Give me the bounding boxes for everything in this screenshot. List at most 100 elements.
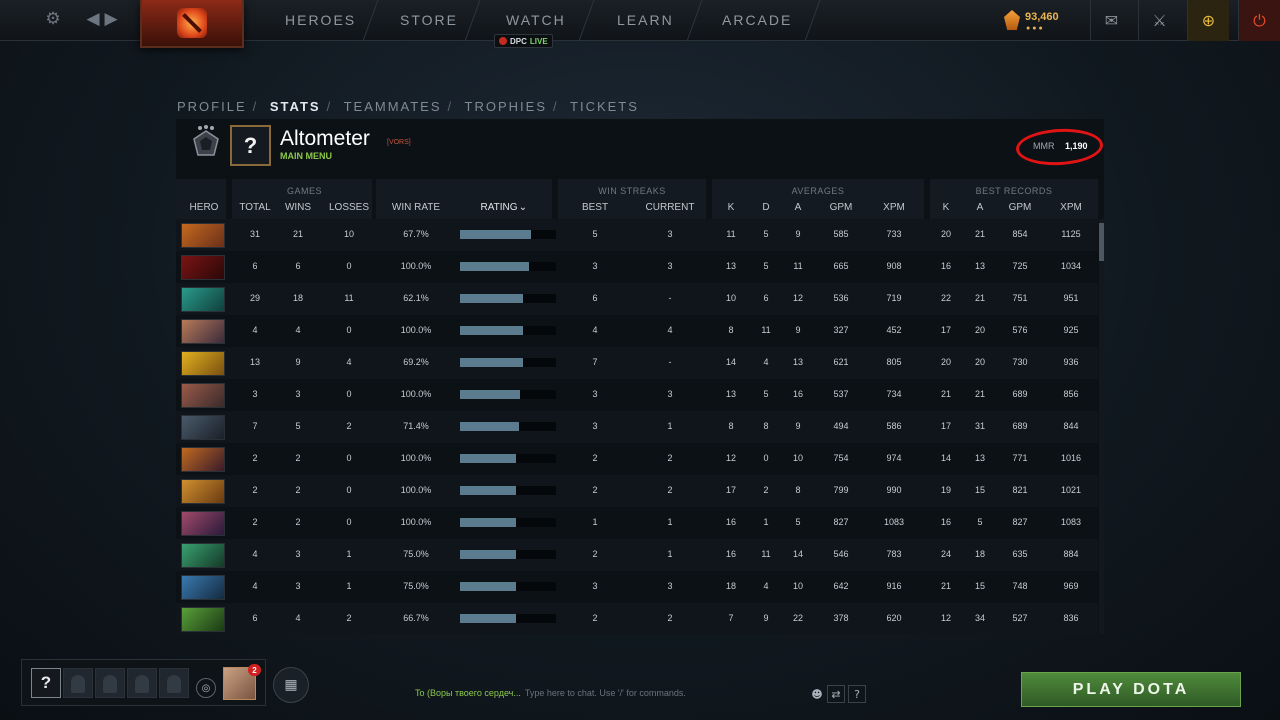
col-total[interactable]: TOTAL — [234, 202, 276, 213]
hero-portrait[interactable] — [181, 511, 225, 536]
power-icon[interactable]: ⏻ — [1238, 0, 1280, 41]
chat-input[interactable]: To (Воры твоего сердеч... Type here to ch… — [415, 688, 686, 698]
party-slot-empty[interactable] — [95, 668, 125, 698]
col-avg-gpm[interactable]: GPM — [826, 202, 856, 213]
dota-plus-icon[interactable]: ⊕ — [1187, 0, 1229, 41]
hero-portrait[interactable] — [181, 479, 225, 504]
col-losses[interactable]: LOSSES — [326, 202, 372, 213]
table-row[interactable]: 2 2 0 100.0% 2 2 17 2 8 799 990 19 15 821 1021 — [176, 475, 1098, 507]
cell-rgpm: 576 — [1012, 325, 1028, 335]
cell-win-rate: 75.0% — [403, 549, 429, 559]
hero-portrait[interactable] — [181, 319, 225, 344]
cell-rgpm: 821 — [1012, 485, 1028, 495]
col-wins[interactable]: WINS — [280, 202, 316, 213]
table-row[interactable]: 13 9 4 69.2% 7 - 14 4 13 621 805 20 20 730 936 — [176, 347, 1098, 379]
party-slot-empty[interactable] — [127, 668, 157, 698]
table-row[interactable]: 31 21 10 67.7% 5 3 11 5 9 585 733 20 21 854 1125 — [176, 219, 1098, 251]
hero-portrait[interactable] — [181, 287, 225, 312]
hero-portrait[interactable] — [181, 351, 225, 376]
hero-portrait[interactable] — [181, 223, 225, 248]
party-slot-empty[interactable] — [159, 668, 189, 698]
col-hero[interactable]: HERO — [180, 202, 228, 213]
table-row[interactable]: 4 4 0 100.0% 4 4 8 11 9 327 452 17 20 576 925 — [176, 315, 1098, 347]
party-slot-me[interactable]: ? — [31, 668, 61, 698]
mail-icon[interactable]: ✉ — [1090, 0, 1132, 41]
col-best-kills[interactable]: K — [939, 202, 953, 213]
col-avg-xpm[interactable]: XPM — [879, 202, 909, 213]
voice-chat-icon[interactable]: ◎ — [196, 678, 216, 698]
scrollbar[interactable] — [1099, 219, 1104, 634]
cell-current: 3 — [667, 581, 673, 591]
nav-watch[interactable]: WATCH — [506, 12, 566, 28]
col-best-gpm[interactable]: GPM — [1005, 202, 1035, 213]
dota-logo-button[interactable] — [140, 0, 244, 48]
col-avg-deaths[interactable]: D — [759, 202, 773, 213]
cell-current: 1 — [667, 549, 673, 559]
nav-arcade[interactable]: ARCADE — [722, 12, 792, 28]
col-streak-best[interactable]: BEST — [578, 202, 612, 213]
table-row[interactable]: 2 2 0 100.0% 1 1 16 1 5 827 1083 16 5 827 1083 — [176, 507, 1098, 539]
table-row[interactable]: 3 3 0 100.0% 3 3 13 5 16 537 734 21 21 689 856 — [176, 379, 1098, 411]
hero-portrait[interactable] — [181, 255, 225, 280]
user-silhouette-icon — [135, 675, 149, 693]
table-row[interactable]: 2 2 0 100.0% 2 2 12 0 10 754 974 14 13 771 1016 — [176, 443, 1098, 475]
cell-gpm: 546 — [833, 549, 849, 559]
cell-losses: 2 — [346, 421, 352, 431]
cell-best: 6 — [592, 293, 598, 303]
cell-xpm: 719 — [886, 293, 902, 303]
crumb-trophies[interactable]: TROPHIES — [465, 99, 547, 114]
col-avg-assists[interactable]: A — [791, 202, 805, 213]
cell-k: 7 — [728, 613, 734, 623]
play-dota-button[interactable]: PLAY DOTA — [1021, 672, 1241, 707]
rating-bar-fill — [460, 294, 524, 303]
col-best-xpm[interactable]: XPM — [1056, 202, 1086, 213]
cell-k: 16 — [725, 517, 736, 527]
emoticon-icon[interactable]: ☻ — [808, 685, 826, 703]
gear-icon[interactable]: ⚙ — [42, 8, 64, 30]
col-streak-current[interactable]: CURRENT — [642, 202, 698, 213]
table-row[interactable]: 7 5 2 71.4% 3 1 8 8 9 494 586 17 31 689 844 — [176, 411, 1098, 443]
chat-wheel-icon[interactable]: ⇄ — [827, 685, 845, 703]
cell-xpm: 805 — [886, 357, 902, 367]
col-rating[interactable]: RATING — [476, 202, 522, 213]
community-icon[interactable]: ▦ — [273, 667, 309, 703]
nav-heroes[interactable]: HEROES — [285, 12, 356, 28]
crumb-teammates[interactable]: TEAMMATES — [344, 99, 442, 114]
col-best-assists[interactable]: A — [973, 202, 987, 213]
rating-bar — [460, 582, 556, 591]
hero-portrait[interactable] — [181, 575, 225, 600]
forward-arrow-icon[interactable]: ▶ — [100, 8, 122, 30]
col-avg-kills[interactable]: K — [724, 202, 738, 213]
cell-rxpm: 844 — [1063, 421, 1079, 431]
dpc-live-badge[interactable]: DPC LIVE — [494, 34, 553, 48]
crumb-profile[interactable]: PROFILE — [177, 99, 247, 114]
hero-portrait[interactable] — [181, 447, 225, 472]
chat-placeholder[interactable]: Type here to chat. Use '/' for commands. — [525, 688, 686, 698]
armory-icon[interactable]: ⚔ — [1138, 0, 1180, 41]
hero-portrait[interactable] — [181, 607, 225, 632]
nav-store[interactable]: STORE — [400, 12, 458, 28]
chevron-down-icon[interactable]: ⌄ — [518, 202, 528, 213]
header-bg — [176, 179, 226, 219]
hero-portrait[interactable] — [181, 383, 225, 408]
hero-portrait[interactable] — [181, 543, 225, 568]
crumb-stats[interactable]: STATS — [270, 99, 321, 114]
table-row[interactable]: 6 6 0 100.0% 3 3 13 5 11 665 908 16 13 725 1034 — [176, 251, 1098, 283]
table-row[interactable]: 4 3 1 75.0% 2 1 16 11 14 546 783 24 18 635 884 — [176, 539, 1098, 571]
party-slot-empty[interactable] — [63, 668, 93, 698]
nav-learn[interactable]: LEARN — [617, 12, 674, 28]
table-row[interactable]: 29 18 11 62.1% 6 - 10 6 12 536 719 22 21 751 951 — [176, 283, 1098, 315]
crumb-tickets[interactable]: TICKETS — [570, 99, 639, 114]
scroll-thumb[interactable] — [1099, 223, 1104, 261]
crumb-separator: / — [252, 99, 259, 114]
table-row[interactable]: 4 3 1 75.0% 3 3 18 4 10 642 916 21 15 748 969 — [176, 571, 1098, 603]
hero-portrait[interactable] — [181, 415, 225, 440]
col-win-rate[interactable]: WIN RATE — [388, 202, 444, 213]
guild-tag[interactable]: [VORS] — [387, 139, 411, 146]
cell-current: 3 — [667, 229, 673, 239]
hero-stats-list: 31 21 10 67.7% 5 3 11 5 9 585 733 20 21 854 1125 6 6 0 100… — [176, 219, 1098, 634]
help-icon[interactable]: ? — [848, 685, 866, 703]
table-row[interactable]: 6 4 2 66.7% 2 2 7 9 22 378 620 12 34 527 836 — [176, 603, 1098, 634]
chat-channel[interactable]: To (Воры твоего сердеч... — [415, 688, 521, 698]
avatar[interactable]: ? — [230, 125, 271, 166]
